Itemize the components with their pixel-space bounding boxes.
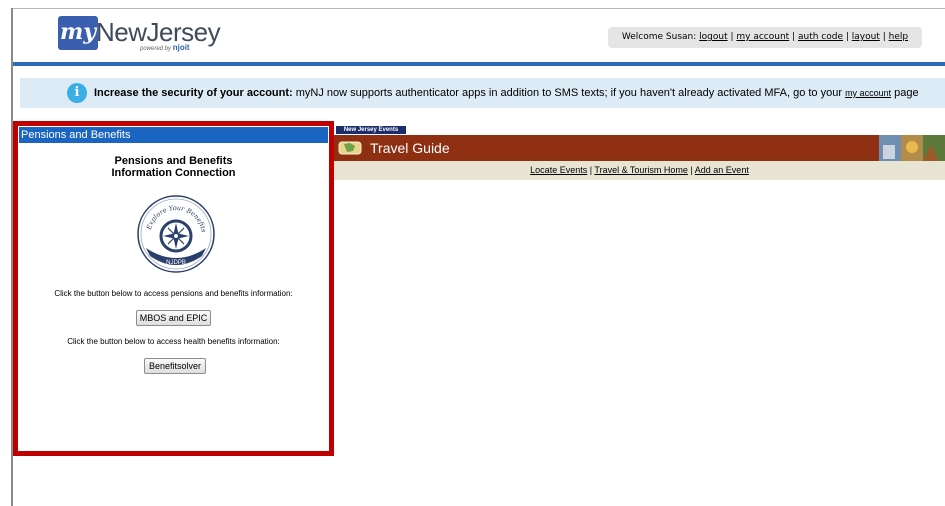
benefitsolver-button[interactable]: Benefitsolver [144,358,206,374]
alert-my-account-link[interactable]: my account [845,88,891,98]
pensions-instruction: Click the button below to access pension… [54,289,293,298]
alert-suffix-text: page [891,87,919,99]
info-icon: i [67,83,87,103]
add-event-link[interactable]: Add an Event [695,165,749,175]
window-frame-top [11,8,945,9]
travel-guide-title: Travel Guide [370,140,450,156]
panel-title-line2: Information Connection [111,167,236,179]
logo-powered-brand: njoit [172,43,190,52]
panel-title: Pensions and Benefits Information Connec… [18,155,329,179]
nj-map-icon [338,141,362,155]
layout-link[interactable]: layout [852,32,880,42]
alert-body-text: myNJ now supports authenticator apps in … [292,87,846,99]
alert-message: Increase the security of your account: m… [94,78,919,108]
panel-header: Pensions and Benefits [19,127,328,143]
travel-photo-icon [879,135,945,161]
travel-links-bar: Locate Events | Travel & Tourism Home | … [334,161,945,180]
badge-bottom-text: NJDPB [166,260,186,266]
welcome-text: Welcome Susan: [621,32,697,42]
logo-powered-by: powered by njoit [140,43,190,52]
pensions-benefits-panel: Pensions and Benefits Pensions and Benef… [13,121,334,456]
locate-events-link[interactable]: Locate Events [530,165,587,175]
logo-powered-text: powered by [140,46,172,52]
nj-events-tab[interactable]: New Jersey Events [336,126,406,134]
alert-bold-text: Increase the security of your account: [94,87,293,99]
panel-title-line1: Pensions and Benefits [114,155,233,167]
mynj-logo[interactable]: my NewJersey powered by njoit [58,14,221,54]
logout-link[interactable]: logout [699,32,727,42]
travel-tourism-home-link[interactable]: Travel & Tourism Home [594,165,688,175]
header-divider [13,62,945,66]
auth-code-link[interactable]: auth code [798,32,843,42]
mfa-alert-banner: i Increase the security of your account:… [20,78,945,108]
mbos-epic-button[interactable]: MBOS and EPIC [136,310,211,326]
my-account-link[interactable]: my account [736,32,789,42]
njdpb-compass-logo: NJDPB Explore Your Benefits [137,195,215,273]
logo-my-mark: my [58,16,98,50]
travel-guide-bar: Travel Guide [334,135,945,161]
health-instruction: Click the button below to access health … [67,337,280,346]
welcome-bar: Welcome Susan: logout | my account | aut… [608,27,922,48]
help-link[interactable]: help [889,32,908,42]
